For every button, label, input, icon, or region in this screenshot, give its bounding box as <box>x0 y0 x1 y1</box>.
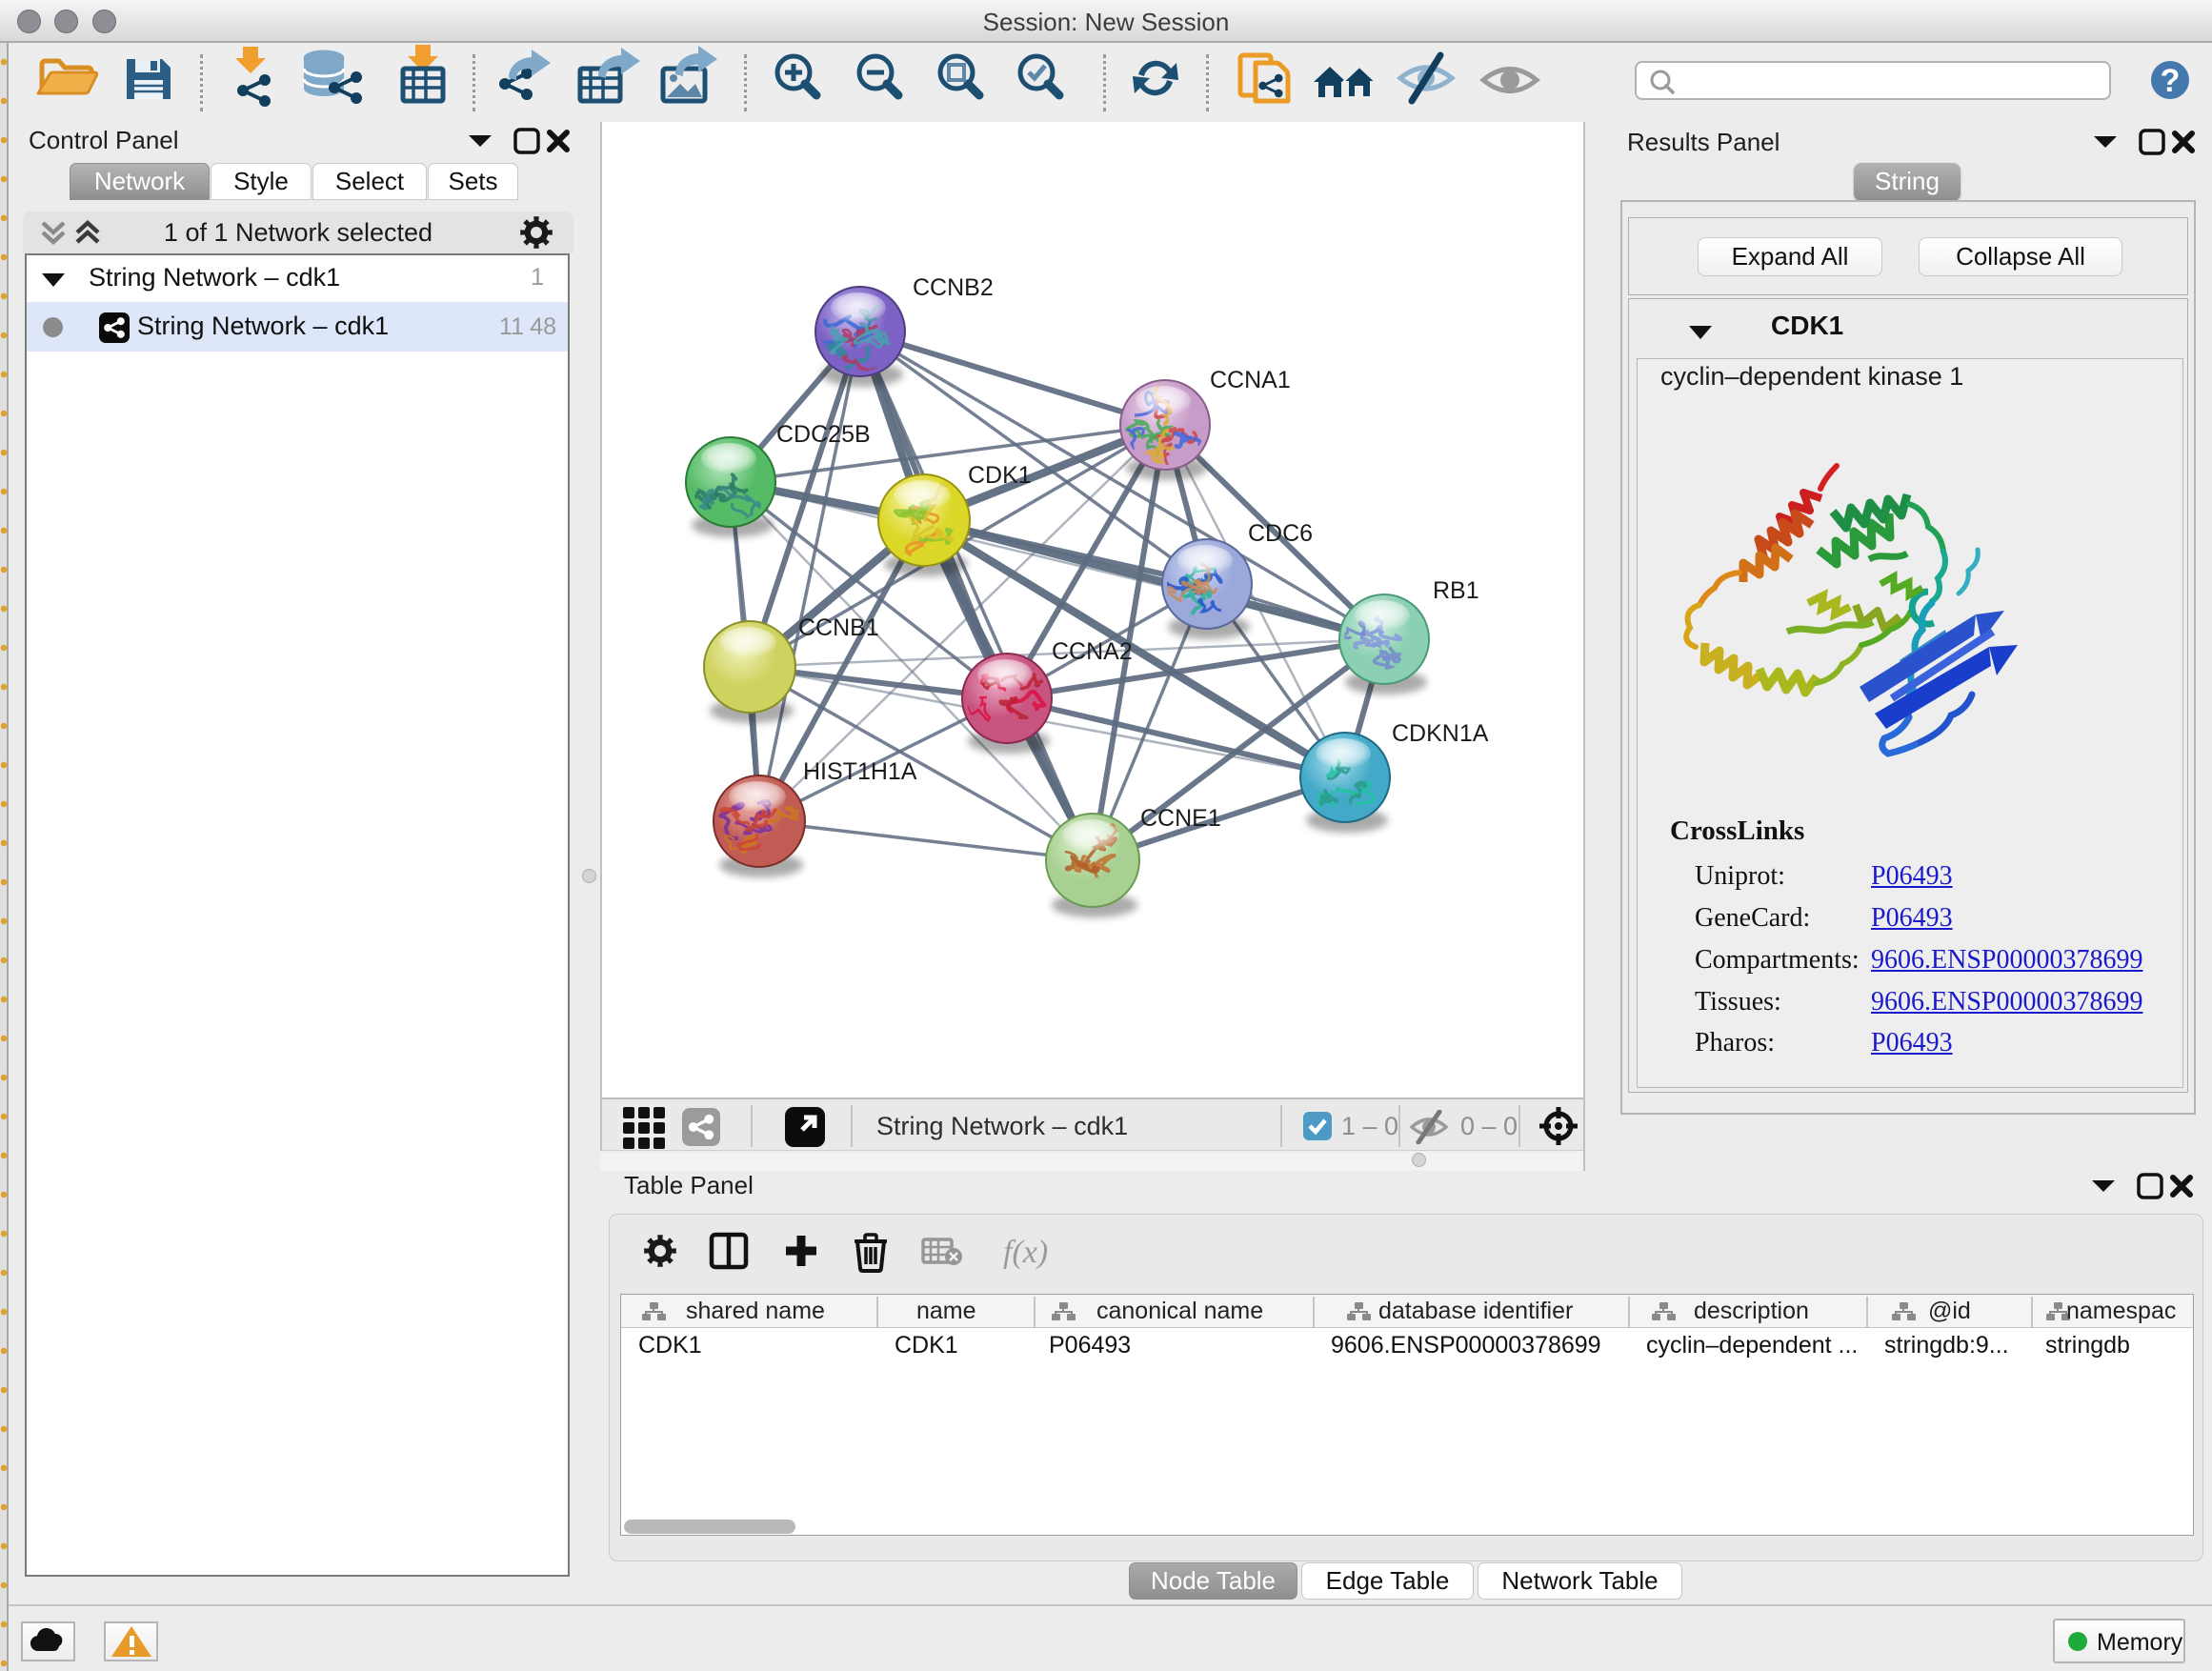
svg-text:f(x): f(x) <box>1003 1235 1048 1270</box>
svg-text:HIST1H1A: HIST1H1A <box>803 758 917 785</box>
svg-text:CCNB2: CCNB2 <box>913 274 994 301</box>
svg-text:CDK1: CDK1 <box>968 462 1032 489</box>
svg-text:CCNB1: CCNB1 <box>798 614 879 641</box>
svg-text:CCNA2: CCNA2 <box>1052 638 1133 665</box>
svg-text:CDKN1A: CDKN1A <box>1392 720 1489 747</box>
svg-text:?: ? <box>2161 63 2181 99</box>
svg-text:CCNA1: CCNA1 <box>1210 367 1291 393</box>
svg-text:RB1: RB1 <box>1433 577 1479 604</box>
svg-text:CDC25B: CDC25B <box>776 421 871 448</box>
svg-text:CCNE1: CCNE1 <box>1140 805 1221 832</box>
svg-text:CDC6: CDC6 <box>1248 520 1313 547</box>
